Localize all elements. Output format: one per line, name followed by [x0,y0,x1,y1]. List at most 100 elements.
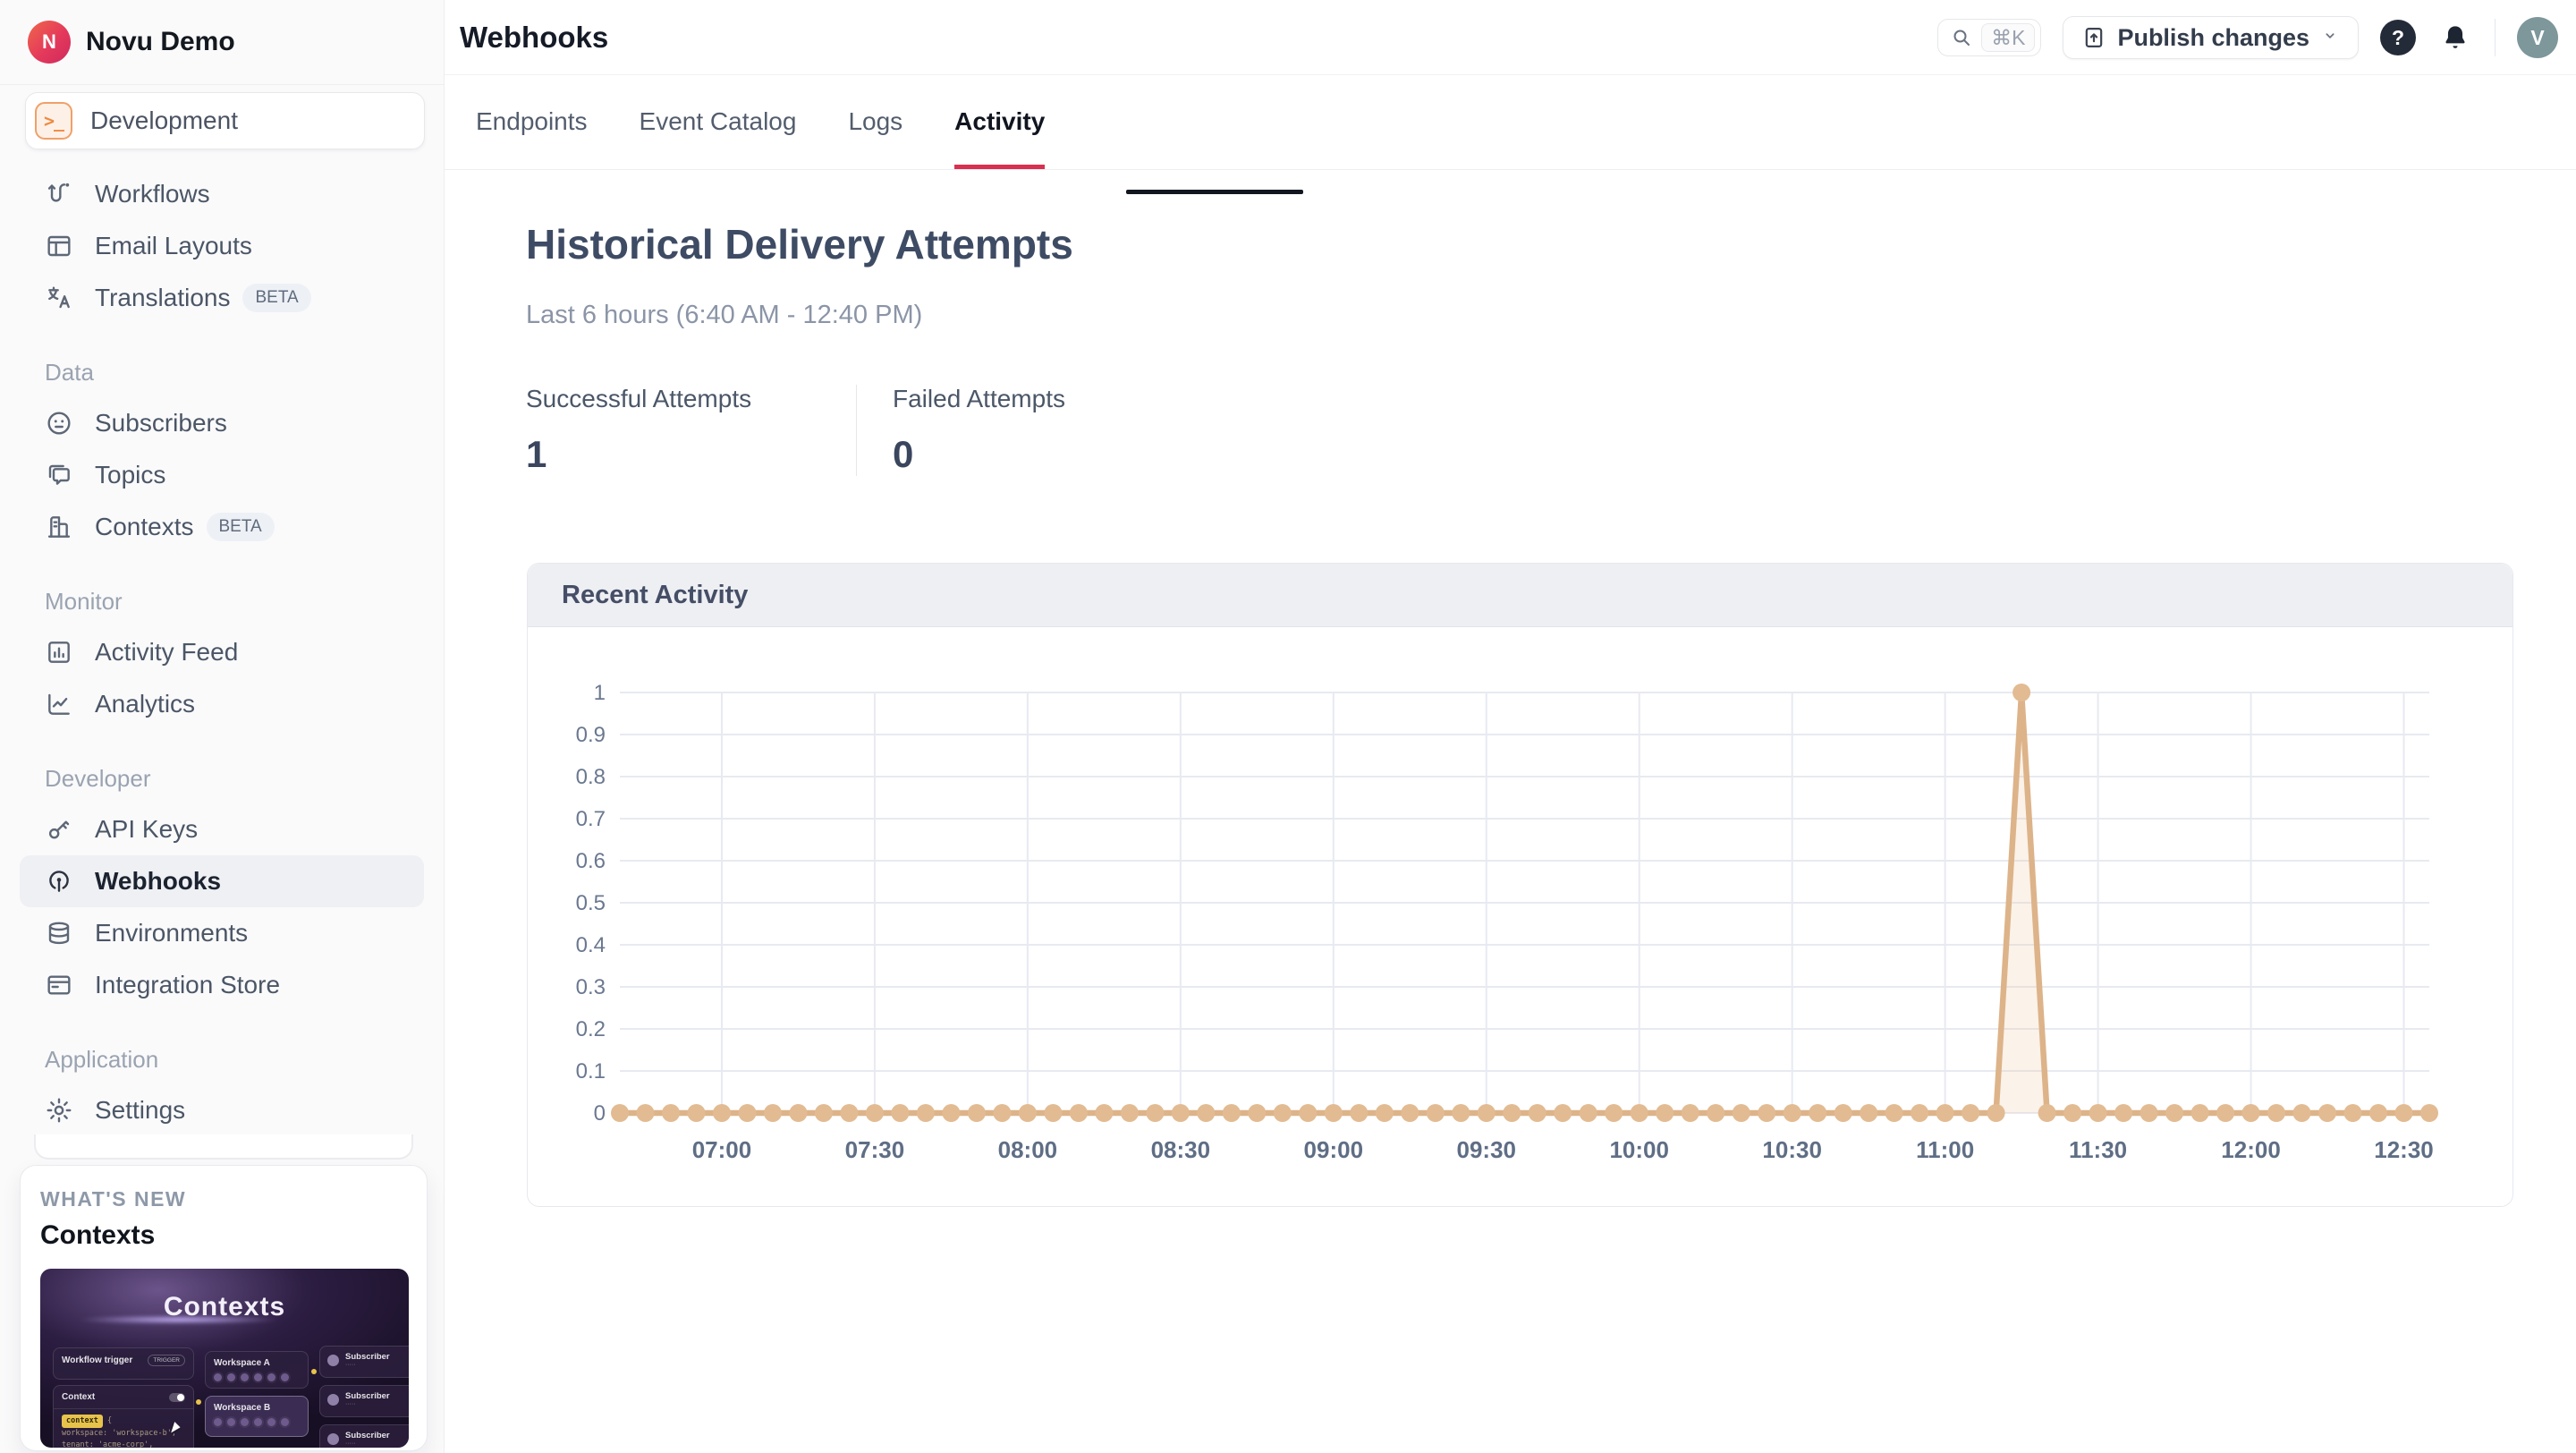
connector-dot [311,1369,317,1374]
topbar: Webhooks ⌘K Publish changes ? V [445,0,2576,75]
svg-text:0.2: 0.2 [576,1017,606,1041]
recent-activity-card: Recent Activity 00.10.20.30.40.50.60.70.… [527,563,2513,1207]
tab-event-catalog[interactable]: Event Catalog [640,75,797,169]
sidebar-item-environments[interactable]: Environments [20,907,424,959]
sidebar-item-integration-store[interactable]: Integration Store [20,959,424,1011]
sidebar-item-activity-feed[interactable]: Activity Feed [20,626,424,678]
sidebar-item-webhooks[interactable]: Webhooks [20,855,424,907]
context-label: Context [62,1392,95,1402]
chevron-down-icon [2320,26,2340,50]
svg-text:10:30: 10:30 [1762,1136,1822,1163]
tab-activity[interactable]: Activity [954,75,1045,169]
app-root: N Novu Demo >_ Development Workflows Emai… [0,0,2576,1453]
sidebar-nav: Workflows Email Layouts Translations BETA Da… [0,168,444,1136]
whats-new-eyebrow: WHAT'S NEW [40,1187,407,1211]
svg-text:0.8: 0.8 [576,765,606,789]
code-line-1: workspace: 'workspace-b', [62,1429,176,1438]
workspace-a-card: Workspace A [205,1351,309,1389]
help-button[interactable]: ? [2380,20,2416,55]
whats-new-thumbnail[interactable]: Contexts Workflow trigger TRIGGER Contex… [40,1269,409,1448]
stat-label: Failed Attempts [893,385,1065,413]
svg-text:07:30: 07:30 [845,1136,905,1163]
card-title: Recent Activity [562,581,748,610]
stat-value: 0 [893,433,1065,476]
contexts-icon [45,513,73,541]
svg-text:0.9: 0.9 [576,723,606,747]
svg-text:07:00: 07:00 [692,1136,752,1163]
whats-new-card[interactable]: WHAT'S NEW Contexts Contexts Workflow tr… [20,1165,428,1451]
toggle-icon [169,1393,185,1402]
subscriber-card-2: Subscriber····· [319,1385,409,1417]
user-avatar[interactable]: V [2517,17,2558,58]
svg-text:12:30: 12:30 [2374,1136,2434,1163]
svg-text:0.6: 0.6 [576,849,606,873]
sidebar-item-settings[interactable]: Settings [20,1084,424,1136]
subscriber-avatar [327,1355,339,1366]
code-token: context [62,1415,103,1428]
beta-badge: BETA [207,513,275,541]
sidebar-item-label: Translations [95,284,230,312]
activity-feed-icon [45,638,73,667]
sidebar-item-translations[interactable]: Translations BETA [20,272,424,324]
svg-text:0.4: 0.4 [576,933,606,957]
workspace-b-label: Workspace B [214,1403,270,1413]
translations-icon [45,284,73,312]
beta-badge: BETA [242,284,310,312]
search-button[interactable]: ⌘K [1937,19,2041,56]
svg-text:09:30: 09:30 [1457,1136,1517,1163]
stat-value: 1 [526,433,856,476]
chart-area: 00.10.20.30.40.50.60.70.80.9107:0007:300… [528,627,2512,1207]
sidebar-item-analytics[interactable]: Analytics [20,678,424,730]
stat-failed-attempts: Failed Attempts 0 [856,385,1065,476]
tab-logs[interactable]: Logs [848,75,902,169]
svg-text:1: 1 [594,681,606,705]
thumb-title: Contexts [40,1292,409,1322]
sidebar-item-topics[interactable]: Topics [20,449,424,501]
whats-new-title: Contexts [40,1220,407,1251]
notifications-button[interactable] [2437,20,2473,55]
sidebar-item-workflows[interactable]: Workflows [20,168,424,220]
question-icon: ? [2392,26,2404,50]
sidebar-item-label: Environments [95,919,248,947]
progress-scrubber [1126,190,1303,194]
subscriber-card-3: Subscriber····· [319,1424,409,1448]
org-initial: N [42,30,56,54]
tabbar: Endpoints Event Catalog Logs Activity [445,75,2576,170]
stat-successful-attempts: Successful Attempts 1 [526,385,856,476]
sidebar-item-api-keys[interactable]: API Keys [20,803,424,855]
workflow-trigger-mini-card: Workflow trigger TRIGGER [53,1347,194,1380]
org-row[interactable]: N Novu Demo [0,0,444,85]
svg-text:08:30: 08:30 [1151,1136,1211,1163]
stacked-card-edge [34,1134,413,1160]
delivery-attempts-chart: 00.10.20.30.40.50.60.70.80.9107:0007:300… [528,627,2512,1207]
sidebar-item-subscribers[interactable]: Subscribers [20,397,424,449]
workflows-icon [45,180,73,208]
sidebar: N Novu Demo >_ Development Workflows Emai… [0,0,445,1453]
tab-endpoints[interactable]: Endpoints [476,75,588,169]
webhooks-icon [45,867,73,896]
trigger-chip: TRIGGER [148,1355,185,1366]
svg-text:0.5: 0.5 [576,891,606,915]
subscriber-label: Subscriber [345,1391,390,1401]
sidebar-item-label: Subscribers [95,409,227,438]
sidebar-item-label: Topics [95,461,165,489]
subscriber-card-1: Subscriber····· [319,1346,409,1378]
workspace-b-card: Workspace B [205,1396,309,1437]
integration-store-icon [45,971,73,999]
subscriber-label: Subscriber [345,1352,390,1362]
workspace-a-label: Workspace A [214,1358,270,1368]
svg-text:0: 0 [594,1101,606,1126]
environments-icon [45,919,73,947]
bell-icon [2440,22,2470,53]
stat-label: Successful Attempts [526,385,856,413]
nav-section-header-data: Data [0,347,444,397]
analytics-icon [45,690,73,718]
publish-changes-button[interactable]: Publish changes [2063,16,2359,59]
environment-select[interactable]: >_ Development [25,92,425,149]
sidebar-item-label: Email Layouts [95,232,252,260]
nav-section-header-developer: Developer [0,753,444,803]
sidebar-item-email-layouts[interactable]: Email Layouts [20,220,424,272]
publish-label: Publish changes [2117,24,2309,52]
sidebar-item-contexts[interactable]: ContextsBETA [20,501,424,553]
subscriber-avatar [327,1394,339,1406]
